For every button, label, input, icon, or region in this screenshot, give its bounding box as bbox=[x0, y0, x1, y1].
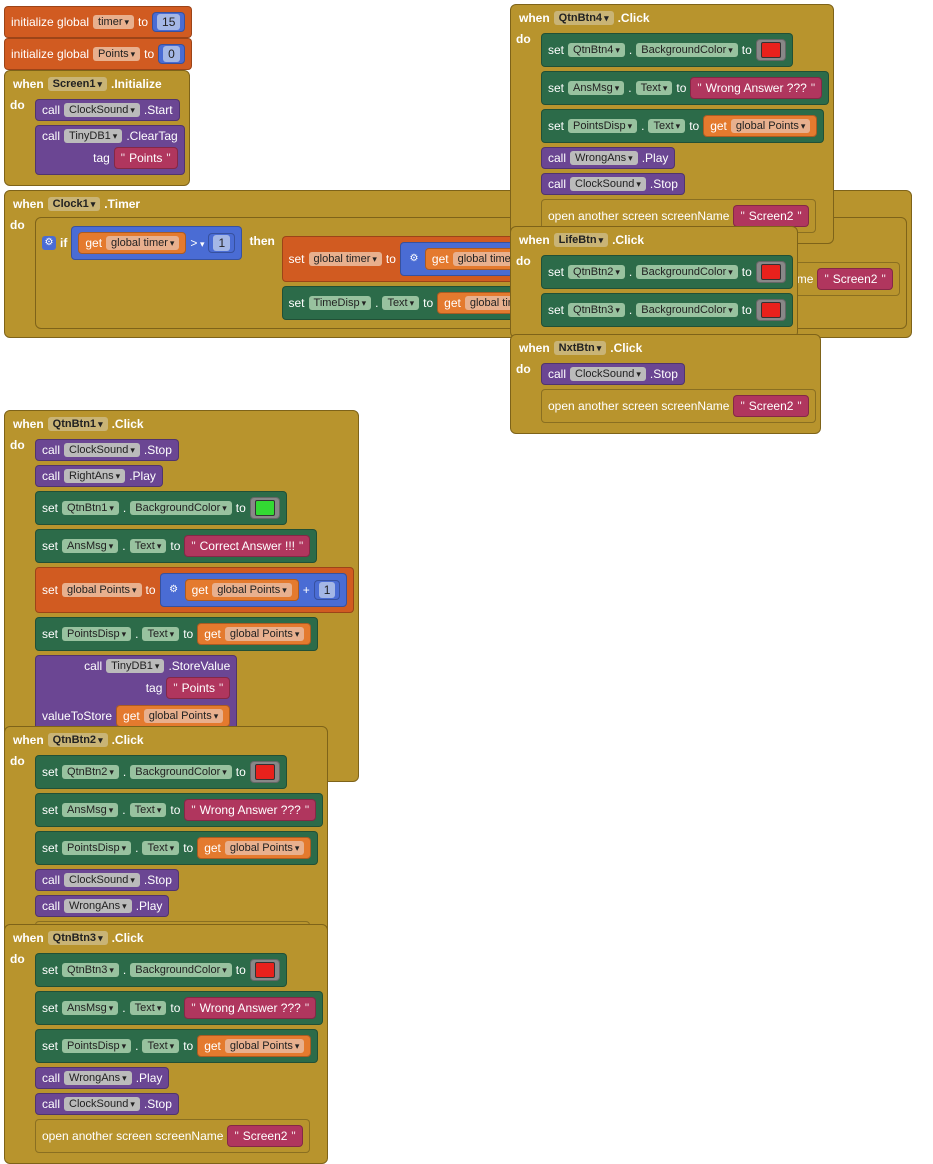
num-15: 15 bbox=[157, 14, 180, 30]
event-lifebtn-click[interactable]: when LifeBtn .Click do set QtnBtn2 . Bac… bbox=[510, 226, 798, 338]
text-points[interactable]: "Points" bbox=[114, 147, 178, 169]
event-qtnbtn4-click[interactable]: when QtnBtn4 .Click do set QtnBtn4 . Bac… bbox=[510, 4, 834, 244]
gear-icon[interactable]: ⚙ bbox=[42, 236, 56, 250]
call-rightans-play[interactable]: call RightAns .Play bbox=[35, 465, 163, 487]
comp-tinydb1[interactable]: TinyDB1 bbox=[64, 129, 122, 143]
gear-icon[interactable]: ⚙ bbox=[167, 583, 181, 597]
init-points[interactable]: initialize global Points to 0 bbox=[4, 38, 192, 70]
set-qtnbtn1-bg[interactable]: set QtnBtn1 . BackgroundColor to bbox=[35, 491, 287, 525]
set-gpoints-plus[interactable]: set global Points to ⚙ get global Points… bbox=[35, 567, 354, 613]
color-red[interactable] bbox=[250, 761, 280, 783]
varname-points[interactable]: Points bbox=[93, 47, 140, 61]
varname-timer[interactable]: timer bbox=[93, 15, 134, 29]
color-green[interactable] bbox=[250, 497, 280, 519]
text-correct[interactable]: "Correct Answer !!!" bbox=[184, 535, 310, 557]
comp-clocksound[interactable]: ClockSound bbox=[64, 103, 140, 117]
call-tinydb-storevalue[interactable]: call TinyDB1 .StoreValue tag "Points" va… bbox=[35, 655, 237, 733]
math-num[interactable]: 0 bbox=[158, 44, 185, 64]
event-screen1-initialize[interactable]: when Screen1 .Initialize do call ClockSo… bbox=[4, 70, 190, 186]
call-clocksound-start[interactable]: call ClockSound .Start bbox=[35, 99, 180, 121]
gear-icon[interactable]: ⚙ bbox=[407, 252, 421, 266]
call-tinydb-cleartag[interactable]: call TinyDB1 .ClearTag tag "Points" bbox=[35, 125, 185, 175]
num-0: 0 bbox=[163, 46, 180, 62]
compare-gt[interactable]: get global timer > 1 bbox=[71, 226, 242, 260]
kw-to: to bbox=[138, 15, 148, 29]
kw-init: initialize global bbox=[11, 15, 89, 29]
text-wrong[interactable]: "Wrong Answer ???" bbox=[184, 799, 316, 821]
math-num[interactable]: 15 bbox=[152, 12, 185, 32]
init-timer[interactable]: initialize global timer to 15 bbox=[4, 6, 192, 38]
ev-initialize: .Initialize bbox=[111, 77, 162, 91]
get-gtimer[interactable]: get global timer bbox=[78, 232, 186, 254]
event-nxtbtn-click[interactable]: when NxtBtn .Click do call ClockSound .S… bbox=[510, 334, 821, 434]
event-qtnbtn3-click[interactable]: when QtnBtn3 .Click do set QtnBtn3 . Bac… bbox=[4, 924, 328, 1164]
comp-screen1[interactable]: Screen1 bbox=[48, 77, 107, 91]
